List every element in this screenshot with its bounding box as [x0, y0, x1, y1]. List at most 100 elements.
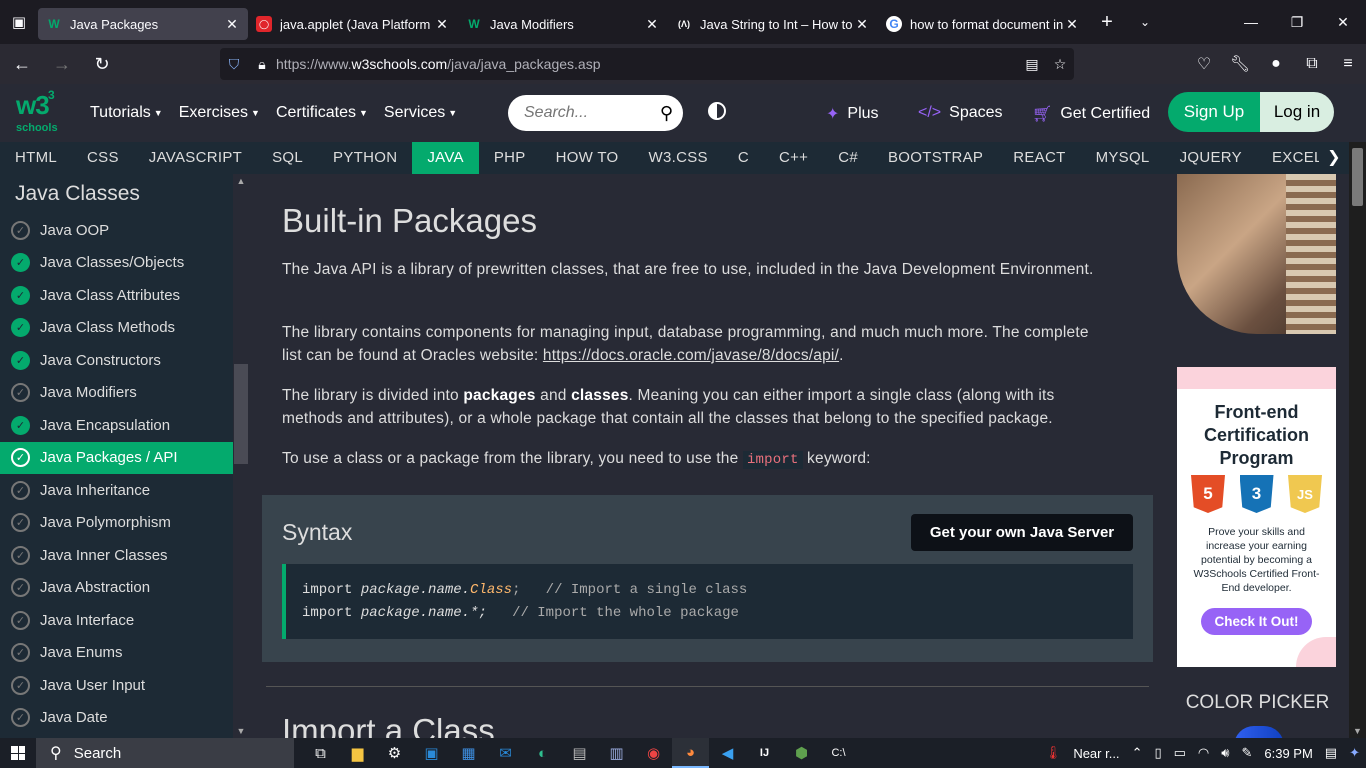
page-scrollbar[interactable]: ▼ — [1349, 142, 1366, 738]
weather-text[interactable]: Near r... — [1067, 746, 1125, 761]
close-window-icon[interactable]: ✕ — [1320, 0, 1366, 44]
notifications-icon[interactable]: ▤ — [1319, 745, 1343, 761]
page-scroll-thumb[interactable] — [1352, 148, 1363, 206]
store-icon[interactable]: ▦ — [450, 738, 487, 768]
topnav-php[interactable]: PHP — [479, 142, 541, 174]
forward-icon[interactable]: → — [44, 48, 80, 80]
tab-java-packages[interactable]: W Java Packages ✕ — [38, 8, 248, 40]
check-it-out-button[interactable]: Check It Out! — [1201, 608, 1312, 635]
topnav-css[interactable]: CSS — [72, 142, 134, 174]
sidebar-item-java-modifiers[interactable]: ✓ Java Modifiers — [0, 377, 233, 410]
chrome-icon[interactable]: ◉ — [635, 738, 672, 768]
oracle-docs-link[interactable]: https://docs.oracle.com/javase/8/docs/ap… — [543, 347, 839, 364]
get-java-server-button[interactable]: Get your own Java Server — [911, 514, 1133, 551]
mail-icon[interactable]: ✉ — [487, 738, 524, 768]
get-certified-link[interactable]: 🛒︎ Get Certified — [1032, 104, 1150, 124]
task-view-icon[interactable]: ⧉ — [302, 738, 339, 768]
chevron-up-icon[interactable]: ⌃ — [1126, 745, 1149, 761]
tab-java-applet[interactable]: ◯ java.applet (Java Platform SE 8 ✕ — [248, 8, 458, 40]
intellij-icon[interactable]: IJ — [746, 738, 783, 768]
sidebar-item-java-classes-objects[interactable]: ✓ Java Classes/Objects — [0, 247, 233, 280]
sidebar-item-java-class-attributes[interactable]: ✓ Java Class Attributes — [0, 279, 233, 312]
topnav-scroll-right-icon[interactable]: ❯ — [1319, 142, 1349, 174]
list-all-tabs-icon[interactable]: ▣ — [0, 0, 38, 44]
sidebar-item-java-user-input[interactable]: ✓ Java User Input — [0, 669, 233, 702]
certification-ad[interactable]: Front-end Certification Program 5 3 JS P… — [1177, 367, 1336, 667]
search-icon[interactable]: ⚲ — [660, 103, 673, 124]
extensions-icon[interactable]: ⧉ — [1294, 55, 1330, 73]
new-tab-button[interactable]: + — [1088, 11, 1126, 34]
topnav-sql[interactable]: SQL — [257, 142, 318, 174]
app-menu-icon[interactable]: ≡ — [1330, 55, 1366, 73]
outlook-icon[interactable]: ▣ — [413, 738, 450, 768]
menu-exercises[interactable]: Exercises ▼ — [179, 104, 260, 122]
sidebar-item-java-class-methods[interactable]: ✓ Java Class Methods — [0, 312, 233, 345]
topnav-mysql[interactable]: MYSQL — [1081, 142, 1165, 174]
calculator-icon[interactable]: ▤ — [561, 738, 598, 768]
sidebar-item-java-constructors[interactable]: ✓ Java Constructors — [0, 344, 233, 377]
color-wheel-image[interactable] — [1234, 726, 1284, 738]
topnav-w3-css[interactable]: W3.CSS — [634, 142, 723, 174]
notepad-icon[interactable]: ▥ — [598, 738, 635, 768]
scroll-down-icon[interactable]: ▼ — [1349, 726, 1366, 736]
menu-services[interactable]: Services ▼ — [384, 104, 457, 122]
topnav-jquery[interactable]: JQUERY — [1165, 142, 1257, 174]
edge-icon[interactable]: ◐ — [524, 738, 561, 768]
thermometer-icon[interactable]: 🌡︎ — [1039, 745, 1068, 761]
reader-view-icon[interactable]: ▤ — [1018, 56, 1046, 73]
vscode-icon[interactable]: ◀ — [709, 738, 746, 768]
w3schools-logo[interactable]: w3 3 schools — [14, 88, 74, 138]
pocket-icon[interactable]: ♡ — [1186, 54, 1222, 74]
menu-tutorials[interactable]: Tutorials ▼ — [90, 104, 163, 122]
close-tab-icon[interactable]: ✕ — [854, 16, 870, 33]
settings-gear-icon[interactable]: ⚙ — [376, 738, 413, 768]
sidebar-item-java-inner-classes[interactable]: ✓ Java Inner Classes — [0, 539, 233, 572]
reload-icon[interactable]: ↻ — [84, 48, 120, 80]
promo-photo[interactable] — [1177, 174, 1336, 334]
taskbar-search[interactable]: ⚲ Search — [36, 738, 294, 768]
terminal-icon[interactable]: C:\ — [820, 738, 857, 768]
sidebar-item-java-abstraction[interactable]: ✓ Java Abstraction — [0, 572, 233, 605]
windows-start-icon[interactable] — [0, 738, 36, 768]
account-icon[interactable]: ● — [1258, 55, 1294, 73]
tracking-shield-icon[interactable]: ⛉ — [220, 56, 248, 73]
topnav-c[interactable]: C++ — [764, 142, 823, 174]
phone-link-icon[interactable]: ▯ — [1148, 745, 1167, 761]
battery-icon[interactable]: ▭ — [1168, 745, 1192, 761]
menu-certificates[interactable]: Certificates ▼ — [276, 104, 368, 122]
sidebar-item-java-date[interactable]: ✓ Java Date — [0, 702, 233, 735]
tab-java-modifiers[interactable]: W Java Modifiers ✕ — [458, 8, 668, 40]
tab-java-string-to-int[interactable]: (Λ) Java String to Int – How to Co ✕ — [668, 8, 878, 40]
minimize-icon[interactable]: — — [1228, 0, 1274, 44]
tab-google-search[interactable]: G how to format document in in ✕ — [878, 8, 1088, 40]
restore-icon[interactable]: ❐ — [1274, 0, 1320, 44]
plus-link[interactable]: ✦ Plus — [826, 104, 879, 124]
copilot-icon[interactable]: ✦ — [1343, 745, 1366, 761]
sidebar-item-java-oop[interactable]: ✓ Java OOP — [0, 214, 233, 247]
wifi-icon[interactable]: ◠ — [1192, 745, 1215, 761]
clock-time[interactable]: 6:39 PM — [1258, 746, 1318, 761]
topnav-c[interactable]: C — [723, 142, 764, 174]
scroll-down-icon[interactable]: ▼ — [233, 726, 249, 736]
nodejs-icon[interactable]: ⬢ — [783, 738, 820, 768]
topnav-java[interactable]: JAVA — [412, 142, 479, 174]
topnav-html[interactable]: HTML — [0, 142, 72, 174]
search-input[interactable] — [524, 104, 660, 122]
sidebar-item-java-enums[interactable]: ✓ Java Enums — [0, 637, 233, 670]
sidebar-scrollbar[interactable]: ▲ ▼ — [233, 174, 249, 738]
lock-icon[interactable]: 🔒︎ — [248, 56, 276, 73]
pen-icon[interactable]: ✎ — [1235, 745, 1258, 761]
bookmark-star-icon[interactable]: ☆ — [1046, 56, 1074, 73]
topnav-react[interactable]: REACT — [998, 142, 1080, 174]
wrench-icon[interactable]: 🔧︎ — [1222, 54, 1258, 74]
sidebar-scroll-thumb[interactable] — [234, 364, 248, 464]
topnav-javascript[interactable]: JAVASCRIPT — [134, 142, 257, 174]
close-tab-icon[interactable]: ✕ — [644, 16, 660, 33]
log-in-button[interactable]: Log in — [1260, 92, 1334, 132]
topnav-c[interactable]: C# — [823, 142, 873, 174]
url-text[interactable]: https://www.w3schools.com/java/java_pack… — [276, 56, 1018, 72]
topnav-how-to[interactable]: HOW TO — [541, 142, 634, 174]
sign-up-button[interactable]: Sign Up — [1168, 92, 1260, 132]
topnav-bootstrap[interactable]: BOOTSTRAP — [873, 142, 998, 174]
close-tab-icon[interactable]: ✕ — [224, 16, 240, 33]
